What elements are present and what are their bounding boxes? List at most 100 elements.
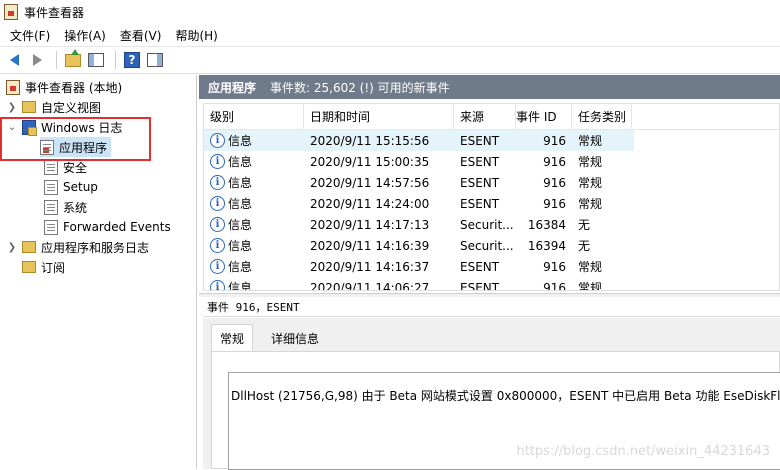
- tree-item-subscriptions[interactable]: 订阅: [22, 257, 65, 277]
- cell-level: i 信息: [204, 216, 304, 233]
- tree-item-label: 系统: [63, 200, 88, 215]
- column-header-event-id[interactable]: 事件 ID: [516, 104, 572, 130]
- watermark: https://blog.csdn.net/weixin_44231643: [516, 444, 770, 459]
- cell-level: i 信息: [204, 195, 304, 212]
- cell-level: i 信息: [204, 174, 304, 191]
- cell-datetime: 2020/9/11 14:57:56: [310, 175, 430, 190]
- cell-level: i 信息: [204, 237, 304, 254]
- show-hide-tree-button[interactable]: [86, 50, 106, 70]
- tab-general[interactable]: 常规: [211, 324, 254, 351]
- column-header-level[interactable]: 级别: [204, 104, 304, 130]
- cell-datetime: 2020/9/11 14:16:37: [310, 259, 430, 274]
- tree-item-app-service-logs[interactable]: ❯ 应用程序和服务日志: [6, 237, 149, 257]
- table-row[interactable]: i 信息 2020/9/11 14:16:39 Securit... 16394 无: [204, 235, 779, 256]
- toolbar-separator: [115, 51, 116, 69]
- menu-bar: 文件(F) 操作(A) 查看(V) 帮助(H): [0, 24, 780, 46]
- level-text: 信息: [228, 134, 253, 148]
- tab-details[interactable]: 详细信息: [263, 326, 327, 351]
- table-row[interactable]: i 信息 2020/9/11 15:15:56 ESENT 916 常规: [204, 130, 634, 151]
- level-text: 信息: [228, 176, 253, 190]
- cell-source: ESENT: [460, 196, 500, 211]
- tree-item-setup[interactable]: Setup: [44, 177, 98, 197]
- column-header-source[interactable]: 来源: [454, 104, 516, 130]
- red-highlight-annotation: [0, 117, 151, 161]
- table-row[interactable]: i 信息 2020/9/11 14:06:27 ESENT 916 常规: [204, 277, 779, 291]
- tree-item-root[interactable]: 事件查看器 (本地): [6, 77, 122, 97]
- cell-datetime: 2020/9/11 14:17:13: [310, 217, 430, 232]
- menu-view[interactable]: 查看(V): [114, 27, 170, 44]
- info-icon: i: [210, 238, 225, 253]
- table-row[interactable]: i 信息 2020/9/11 14:57:56 ESENT 916 常规: [204, 172, 779, 193]
- info-icon: i: [210, 259, 225, 274]
- main-panel: 应用程序 事件数: 25,602 (!) 可用的新事件 级别 日期和时间 来源 …: [199, 75, 780, 470]
- info-icon: i: [210, 175, 225, 190]
- tree-item-label: Setup: [63, 180, 98, 194]
- up-level-button[interactable]: [63, 48, 83, 70]
- table-row[interactable]: i 信息 2020/9/11 14:24:00 ESENT 916 常规: [204, 193, 779, 214]
- subscriptions-icon: [22, 261, 36, 273]
- column-header-datetime[interactable]: 日期和时间: [304, 104, 454, 130]
- menu-help[interactable]: 帮助(H): [169, 27, 225, 44]
- tree-item-label: 安全: [63, 160, 88, 175]
- show-hide-action-button[interactable]: [145, 50, 165, 70]
- toolbar-separator: [56, 51, 57, 69]
- cell-level: i 信息: [204, 132, 304, 149]
- folder-icon: [22, 241, 36, 253]
- cell-event-id: 916: [543, 259, 566, 274]
- toolbar: ?: [0, 46, 780, 74]
- level-text: 信息: [228, 155, 253, 169]
- events-table: 级别 日期和时间 来源 事件 ID 任务类别 i 信息 2020/9/11 15:1…: [203, 103, 780, 291]
- log-header: 应用程序 事件数: 25,602 (!) 可用的新事件: [199, 75, 780, 99]
- forward-button[interactable]: [27, 50, 47, 70]
- cell-event-id: 916: [543, 196, 566, 211]
- show-hide-action-icon: [147, 53, 163, 67]
- event-viewer-icon: [4, 4, 18, 20]
- cell-category: 无: [578, 239, 591, 253]
- table-row[interactable]: i 信息 2020/9/11 15:00:35 ESENT 916 常规: [204, 151, 779, 172]
- cell-category: 无: [578, 218, 591, 232]
- cell-category: 常规: [578, 281, 603, 291]
- event-count: 事件数: 25,602 (!) 可用的新事件: [270, 80, 450, 95]
- column-header-category[interactable]: 任务类别: [572, 104, 632, 130]
- forward-arrow-icon: [32, 54, 42, 66]
- cell-level: i 信息: [204, 258, 304, 275]
- tree-item-custom-views[interactable]: ❯ 自定义视图: [6, 97, 101, 117]
- event-detail-title: 事件 916，ESENT: [203, 297, 780, 317]
- cell-event-id: 916: [543, 280, 566, 291]
- menu-file[interactable]: 文件(F): [4, 27, 58, 44]
- folder-icon: [22, 101, 36, 113]
- table-row[interactable]: i 信息 2020/9/11 14:17:13 Securit... 16384 无: [204, 214, 779, 235]
- info-icon: i: [210, 133, 225, 148]
- info-icon: i: [210, 280, 225, 290]
- cell-source: ESENT: [460, 154, 500, 169]
- menu-action[interactable]: 操作(A): [58, 27, 114, 44]
- info-icon: i: [210, 217, 225, 232]
- cell-source: Securit...: [460, 238, 514, 253]
- level-text: 信息: [228, 239, 253, 253]
- event-message: DllHost (21756,G,98) 由于 Beta 网站模式设置 0x80…: [231, 389, 780, 403]
- table-row[interactable]: i 信息 2020/9/11 14:16:37 ESENT 916 常规: [204, 256, 779, 277]
- cell-category: 常规: [578, 176, 603, 190]
- cell-category: 常规: [578, 260, 603, 274]
- tree-item-label: Forwarded Events: [63, 220, 171, 234]
- show-hide-tree-icon: [88, 53, 104, 67]
- tree-item-label: 应用程序和服务日志: [41, 240, 150, 255]
- chevron-right-icon[interactable]: ❯: [6, 101, 18, 113]
- tree-item-label: 自定义视图: [41, 100, 102, 115]
- cell-datetime: 2020/9/11 14:06:27: [310, 280, 430, 291]
- cell-datetime: 2020/9/11 15:15:56: [310, 133, 430, 148]
- help-button[interactable]: ?: [122, 50, 142, 70]
- chevron-right-icon[interactable]: ❯: [6, 241, 18, 253]
- level-text: 信息: [228, 218, 253, 232]
- cell-category: 常规: [578, 197, 603, 211]
- title-bar: 事件查看器: [0, 0, 780, 24]
- tree-item-system[interactable]: 系统: [44, 197, 87, 217]
- tree-item-label: 订阅: [41, 260, 66, 275]
- cell-source: Securit...: [460, 217, 514, 232]
- cell-source: ESENT: [460, 175, 500, 190]
- cell-event-id: 16384: [527, 217, 566, 232]
- tree-item-forwarded-events[interactable]: Forwarded Events: [44, 217, 171, 237]
- cell-event-id: 916: [543, 175, 566, 190]
- back-button[interactable]: [4, 50, 24, 70]
- cell-level: i 信息: [204, 279, 304, 290]
